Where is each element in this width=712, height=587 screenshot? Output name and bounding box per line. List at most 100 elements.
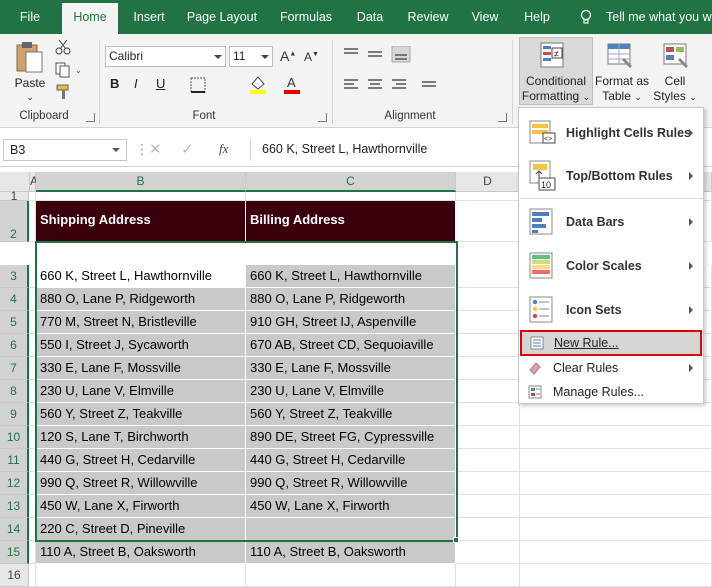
increase-font-icon[interactable]: A▲ bbox=[280, 48, 296, 64]
format-painter-icon[interactable] bbox=[55, 84, 71, 100]
menu-item-icon-sets[interactable]: Icon Sets bbox=[519, 288, 703, 332]
grid-cell[interactable] bbox=[456, 564, 520, 587]
fill-color-icon[interactable] bbox=[248, 74, 268, 94]
cancel-icon[interactable]: ✕ bbox=[149, 140, 162, 158]
menu-item-data-bars[interactable]: Data Bars bbox=[519, 200, 703, 244]
shipping-address-cell[interactable]: 880 O, Lane P, Ridgeworth bbox=[36, 288, 246, 311]
shipping-address-cell[interactable]: 990 Q, Street R, Willowville bbox=[36, 472, 246, 495]
grid-cell[interactable] bbox=[520, 472, 712, 495]
shipping-address-cell[interactable]: 120 S, Lane T, Birchworth bbox=[36, 426, 246, 449]
row-header-3[interactable]: 3 bbox=[0, 265, 29, 288]
row-header-15[interactable]: 15 bbox=[0, 541, 29, 564]
row-header-1[interactable]: 1 bbox=[0, 190, 29, 202]
column-header-c[interactable]: C bbox=[246, 172, 456, 192]
grid-cell[interactable] bbox=[246, 564, 456, 587]
grid-cell[interactable] bbox=[456, 201, 520, 242]
shipping-address-cell[interactable]: 440 G, Street H, Cedarville bbox=[36, 449, 246, 472]
row-header-14[interactable]: 14 bbox=[0, 518, 29, 541]
row-header-10[interactable]: 10 bbox=[0, 426, 29, 449]
billing-address-cell[interactable] bbox=[246, 518, 456, 541]
format-as-table-label-2[interactable]: Table ⌄ bbox=[594, 89, 650, 105]
row-header-9[interactable]: 9 bbox=[0, 403, 29, 426]
billing-address-cell[interactable]: 880 O, Lane P, Ridgeworth bbox=[246, 288, 456, 311]
column-header-d[interactable]: D bbox=[456, 172, 520, 192]
menu-item-top-bottom-rules[interactable]: 10 Top/Bottom Rules bbox=[519, 154, 703, 198]
grid-cell[interactable] bbox=[520, 518, 712, 541]
alignment-buttons-icon[interactable] bbox=[342, 46, 450, 100]
row-header-6[interactable]: 6 bbox=[0, 334, 29, 357]
billing-address-cell[interactable]: 890 DE, Street FG, Cypressville bbox=[246, 426, 456, 449]
grid-cell[interactable] bbox=[456, 192, 520, 201]
row-header-2[interactable]: 2 bbox=[0, 201, 29, 242]
italic-button[interactable]: I bbox=[134, 76, 138, 91]
menu-item-highlight-cells-rules[interactable]: <> Highlight Cells Rules bbox=[519, 112, 703, 154]
format-as-table-icon[interactable] bbox=[606, 42, 634, 70]
grid-cell[interactable] bbox=[520, 495, 712, 518]
shipping-address-cell[interactable]: 770 M, Street N, Bristleville bbox=[36, 311, 246, 334]
tab-home[interactable]: Home bbox=[62, 3, 118, 34]
billing-address-cell[interactable]: 990 Q, Street R, Willowville bbox=[246, 472, 456, 495]
tell-me-search[interactable]: Tell me what you wa bbox=[606, 0, 712, 34]
tab-insert[interactable]: Insert bbox=[124, 0, 174, 34]
row-header-8[interactable]: 8 bbox=[0, 380, 29, 403]
billing-address-cell[interactable]: 230 U, Lane V, Elmville bbox=[246, 380, 456, 403]
grid-cell[interactable] bbox=[456, 357, 520, 380]
grid-cell[interactable] bbox=[456, 541, 520, 564]
menu-item-new-rule[interactable]: New Rule... bbox=[520, 330, 702, 356]
tab-formulas[interactable]: Formulas bbox=[272, 0, 340, 34]
font-launcher-icon[interactable] bbox=[318, 113, 327, 122]
header-cell-billing[interactable]: Billing Address bbox=[246, 201, 456, 242]
tab-data[interactable]: Data bbox=[348, 0, 392, 34]
grid-cell[interactable] bbox=[456, 426, 520, 449]
billing-address-cell[interactable]: 330 E, Lane F, Mossville bbox=[246, 357, 456, 380]
row-header-5[interactable]: 5 bbox=[0, 311, 29, 334]
row-header-16[interactable]: 16 bbox=[0, 564, 29, 587]
fill-handle[interactable] bbox=[453, 537, 459, 543]
header-cell-shipping[interactable]: Shipping Address bbox=[36, 201, 246, 242]
grid-cell[interactable] bbox=[456, 311, 520, 334]
grid-cell[interactable] bbox=[36, 192, 246, 201]
billing-address-cell[interactable]: 660 K, Street L, Hawthornville bbox=[246, 265, 456, 288]
grid-cell[interactable] bbox=[520, 564, 712, 587]
grid-cell[interactable] bbox=[520, 403, 712, 426]
grid-cell[interactable] bbox=[456, 449, 520, 472]
billing-address-cell[interactable]: 110 A, Street B, Oaksworth bbox=[246, 541, 456, 564]
grid-cell[interactable] bbox=[246, 192, 456, 201]
billing-address-cell[interactable]: 440 G, Street H, Cedarville bbox=[246, 449, 456, 472]
tab-view[interactable]: View bbox=[464, 0, 506, 34]
shipping-address-cell[interactable]: 110 A, Street B, Oaksworth bbox=[36, 541, 246, 564]
font-name-combo[interactable]: Calibri bbox=[105, 46, 226, 67]
font-color-icon[interactable]: A bbox=[282, 74, 302, 94]
row-header-7[interactable]: 7 bbox=[0, 357, 29, 380]
row-header-13[interactable]: 13 bbox=[0, 495, 29, 518]
tab-page-layout[interactable]: Page Layout bbox=[180, 0, 264, 34]
grid-cell[interactable] bbox=[456, 265, 520, 288]
cell-styles-label-2[interactable]: Styles ⌄ bbox=[652, 89, 698, 105]
shipping-address-cell[interactable]: 330 E, Lane F, Mossville bbox=[36, 357, 246, 380]
grid-cell[interactable] bbox=[520, 541, 712, 564]
billing-address-cell[interactable]: 560 Y, Street Z, Teakville bbox=[246, 403, 456, 426]
alignment-launcher-icon[interactable] bbox=[498, 113, 507, 122]
underline-button[interactable]: U bbox=[156, 76, 165, 91]
enter-icon[interactable]: ✓ bbox=[181, 140, 194, 158]
format-as-table-label-1[interactable]: Format as bbox=[594, 74, 650, 89]
grid-cell[interactable] bbox=[36, 564, 246, 587]
name-box[interactable]: B3 bbox=[3, 139, 127, 161]
shipping-address-cell[interactable]: 550 I, Street J, Sycaworth bbox=[36, 334, 246, 357]
borders-icon[interactable] bbox=[190, 77, 206, 93]
decrease-font-icon[interactable]: A▼ bbox=[304, 50, 319, 64]
cut-icon[interactable] bbox=[55, 39, 71, 55]
shipping-address-cell[interactable]: 660 K, Street L, Hawthornville bbox=[36, 265, 246, 288]
tab-help[interactable]: Help bbox=[516, 0, 558, 34]
row-header-4[interactable]: 4 bbox=[0, 288, 29, 311]
row-header-12[interactable]: 12 bbox=[0, 472, 29, 495]
shipping-address-cell[interactable]: 450 W, Lane X, Firworth bbox=[36, 495, 246, 518]
insert-function-icon[interactable]: fx bbox=[219, 141, 228, 157]
billing-address-cell[interactable]: 450 W, Lane X, Firworth bbox=[246, 495, 456, 518]
clipboard-launcher-icon[interactable] bbox=[86, 113, 95, 122]
grid-cell[interactable] bbox=[456, 518, 520, 541]
copy-dropdown-icon[interactable]: ⌄ bbox=[75, 66, 82, 75]
bold-button[interactable]: B bbox=[110, 76, 119, 91]
cell-styles-label-1[interactable]: Cell bbox=[652, 74, 698, 89]
menu-item-manage-rules[interactable]: Manage Rules... bbox=[519, 380, 703, 404]
